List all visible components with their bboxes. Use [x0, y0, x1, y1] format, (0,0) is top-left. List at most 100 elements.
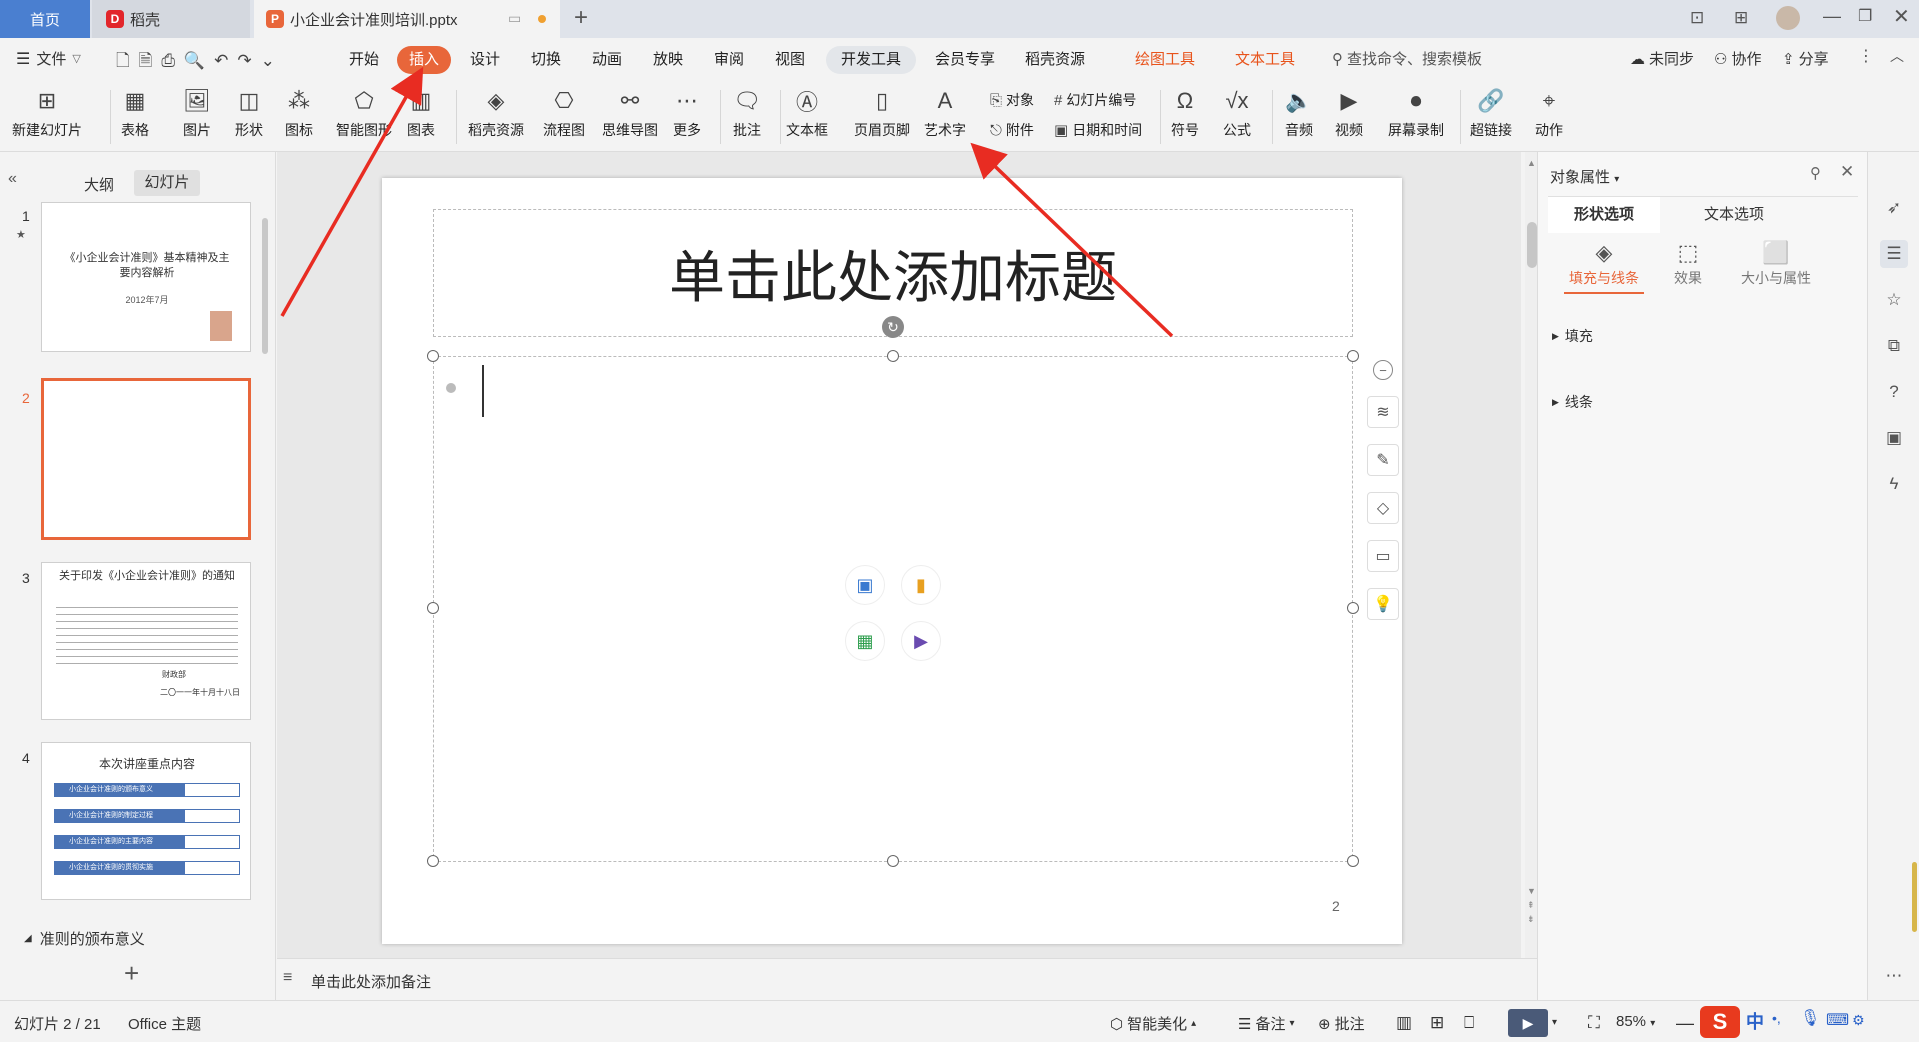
tab-slides[interactable]: 幻灯片	[134, 170, 200, 196]
more-options-icon[interactable]: ⋯	[1880, 962, 1908, 990]
attachment-button[interactable]: ⎋ 附件	[990, 120, 1034, 140]
reading-view-icon[interactable]: ⎕	[1464, 1013, 1474, 1033]
panel-scrollbar[interactable]	[262, 218, 268, 354]
hyperlink-button[interactable]: 🔗 超链接	[1470, 86, 1512, 140]
tab-text-options[interactable]: 文本选项	[1678, 197, 1790, 233]
command-search[interactable]: ⚲ 查找命令、搜索模板	[1332, 48, 1482, 69]
sorter-view-icon[interactable]: ⊞	[1430, 1013, 1444, 1033]
resize-handle[interactable]	[887, 855, 899, 867]
menu-drawing-tools[interactable]: 绘图工具	[1128, 46, 1202, 74]
file-menu[interactable]: ☰ 文件 ▽	[16, 48, 81, 69]
comments-toggle[interactable]: ⊕ 批注	[1318, 1013, 1365, 1034]
lightning-icon[interactable]: ϟ	[1880, 470, 1908, 498]
properties-icon[interactable]: ☰	[1880, 240, 1908, 268]
chart-button[interactable]: ▥ 图表	[406, 86, 436, 140]
collapse-ribbon-icon[interactable]: ︿	[1890, 46, 1904, 66]
resize-handle[interactable]	[1347, 350, 1359, 362]
wordart-button[interactable]: A 艺术字	[924, 86, 966, 140]
tab-home[interactable]: 首页	[0, 0, 90, 38]
notes-bar[interactable]: ≡ 单击此处添加备注	[277, 958, 1537, 1000]
slide-thumbnail-2[interactable]	[41, 378, 251, 540]
section-header[interactable]: ◢ 准则的颁布意义	[24, 928, 145, 949]
resize-handle[interactable]	[1347, 602, 1359, 614]
more-button[interactable]: ⋯ 更多	[672, 86, 702, 140]
normal-view-icon[interactable]: ▥	[1396, 1013, 1412, 1033]
new-slide-button[interactable]: ⊞ 新建幻灯片	[12, 86, 82, 140]
layout-icon[interactable]: ⊡	[1690, 8, 1704, 28]
menu-animation[interactable]: 动画	[585, 46, 629, 74]
more-menu-icon[interactable]: ⋮	[1858, 46, 1874, 66]
layers-icon[interactable]: ≋	[1367, 396, 1399, 428]
daoke-resource-button[interactable]: ◈ 稻壳资源	[468, 86, 524, 140]
resize-handle[interactable]	[427, 350, 439, 362]
mindmap-button[interactable]: ⚯ 思维导图	[602, 86, 658, 140]
scroll-nav-icons[interactable]: ▼ ⇞ ⇟	[1527, 884, 1536, 926]
subtab-size[interactable]: ⬜ 大小与属性	[1726, 240, 1826, 288]
menu-start[interactable]: 开始	[342, 46, 386, 74]
lightbulb-icon[interactable]: 💡	[1367, 588, 1399, 620]
video-button[interactable]: ▶ 视频	[1334, 86, 1364, 140]
menu-view[interactable]: 视图	[768, 46, 812, 74]
close-window-icon[interactable]: ✕	[1893, 4, 1910, 29]
header-footer-button[interactable]: ▯ 页眉页脚	[854, 86, 910, 140]
slide-thumbnail-4[interactable]: 本次讲座重点内容 小企业会计准则的颁布意义 小企业会计准则的制定过程 小企业会计…	[41, 742, 251, 900]
tab-outline[interactable]: 大纲	[84, 174, 114, 195]
insert-picture-icon[interactable]: ▣	[845, 565, 885, 605]
theme-name[interactable]: Office 主题	[128, 1013, 201, 1034]
slide-number-button[interactable]: # 幻灯片编号	[1054, 90, 1136, 110]
subtab-fill-line[interactable]: ◈ 填充与线条	[1556, 240, 1652, 294]
monitor-icon[interactable]: ▭	[508, 10, 521, 27]
slide-canvas[interactable]: 单击此处添加标题 ↻ ▣ ▮ ▦ ▶ 2	[382, 178, 1402, 944]
zoom-level[interactable]: 85% ▾	[1616, 1013, 1655, 1030]
new-tab-button[interactable]: +	[574, 4, 588, 32]
pen-icon[interactable]: ✎	[1367, 444, 1399, 476]
ime-punct-icon[interactable]: •,	[1772, 1010, 1781, 1026]
scroll-up-icon[interactable]: ▲	[1527, 158, 1536, 168]
subtab-effect[interactable]: ⬚ 效果	[1658, 240, 1718, 288]
slide-thumbnail-1[interactable]: 《小企业会计准则》基本精神及主要内容解析 2012年7月	[41, 202, 251, 352]
slide-thumbnail-3[interactable]: 关于印发《小企业会计准则》的通知 财政部 二〇一一年十月十八日	[41, 562, 251, 720]
image-tool-icon[interactable]: ▣	[1880, 424, 1908, 452]
object-button[interactable]: ⎘ 对象	[990, 90, 1034, 110]
resize-handle[interactable]	[427, 602, 439, 614]
transition-icon[interactable]: ⧉	[1880, 332, 1908, 360]
minus-circle-icon[interactable]: −	[1373, 360, 1393, 380]
menu-text-tools[interactable]: 文本工具	[1228, 46, 1302, 74]
play-button[interactable]: ▶	[1508, 1009, 1548, 1037]
play-options-icon[interactable]: ▾	[1552, 1017, 1557, 1028]
minimize-icon[interactable]: —	[1823, 6, 1841, 27]
icon-button[interactable]: ⁂ 图标	[284, 86, 314, 140]
section-line[interactable]: ▶ 线条	[1552, 392, 1593, 412]
fill-bucket-icon[interactable]: ◇	[1367, 492, 1399, 524]
symbol-button[interactable]: Ω 符号	[1170, 86, 1200, 140]
sync-button[interactable]: ☁ 未同步	[1630, 48, 1694, 69]
screen-record-button[interactable]: ⏺ 屏幕录制	[1388, 86, 1444, 140]
ime-logo-icon[interactable]: S	[1700, 1006, 1740, 1038]
avatar[interactable]	[1776, 6, 1800, 30]
textbox-button[interactable]: Ⓐ 文本框	[786, 86, 828, 140]
add-slide-button[interactable]: +	[124, 958, 139, 989]
resize-handle[interactable]	[1347, 855, 1359, 867]
menu-review[interactable]: 审阅	[707, 46, 751, 74]
restore-icon[interactable]: ❐	[1858, 6, 1872, 26]
menu-transition[interactable]: 切换	[524, 46, 568, 74]
smart-beautify-button[interactable]: ⬡ 智能美化 ▴	[1110, 1013, 1196, 1034]
keyboard-icon[interactable]: ⌨	[1826, 1010, 1849, 1030]
menu-design[interactable]: 设计	[463, 46, 507, 74]
pin-icon[interactable]: ⚲	[1810, 164, 1821, 182]
fit-window-icon[interactable]: ⛶	[1588, 1013, 1600, 1033]
date-time-button[interactable]: ▣ 日期和时间	[1054, 120, 1142, 140]
notes-toggle[interactable]: ☰ 备注 ▾	[1238, 1013, 1295, 1034]
panel-title[interactable]: 对象属性 ▾	[1550, 166, 1619, 187]
resize-handle[interactable]	[887, 350, 899, 362]
help-icon[interactable]: ?	[1880, 378, 1908, 406]
grid-icon[interactable]: ⊞	[1734, 8, 1748, 28]
insert-chart-icon[interactable]: ▮	[901, 565, 941, 605]
tab-daoke[interactable]: D 稻壳	[92, 0, 250, 38]
insert-table-icon[interactable]: ▦	[845, 621, 885, 661]
content-placeholder[interactable]: ▣ ▮ ▦ ▶	[433, 356, 1353, 862]
menu-developer[interactable]: 开发工具	[826, 46, 916, 74]
action-button[interactable]: ⌖ 动作	[1534, 86, 1564, 140]
frame-icon[interactable]: ▭	[1367, 540, 1399, 572]
comment-button[interactable]: 🗨 批注	[732, 86, 762, 140]
